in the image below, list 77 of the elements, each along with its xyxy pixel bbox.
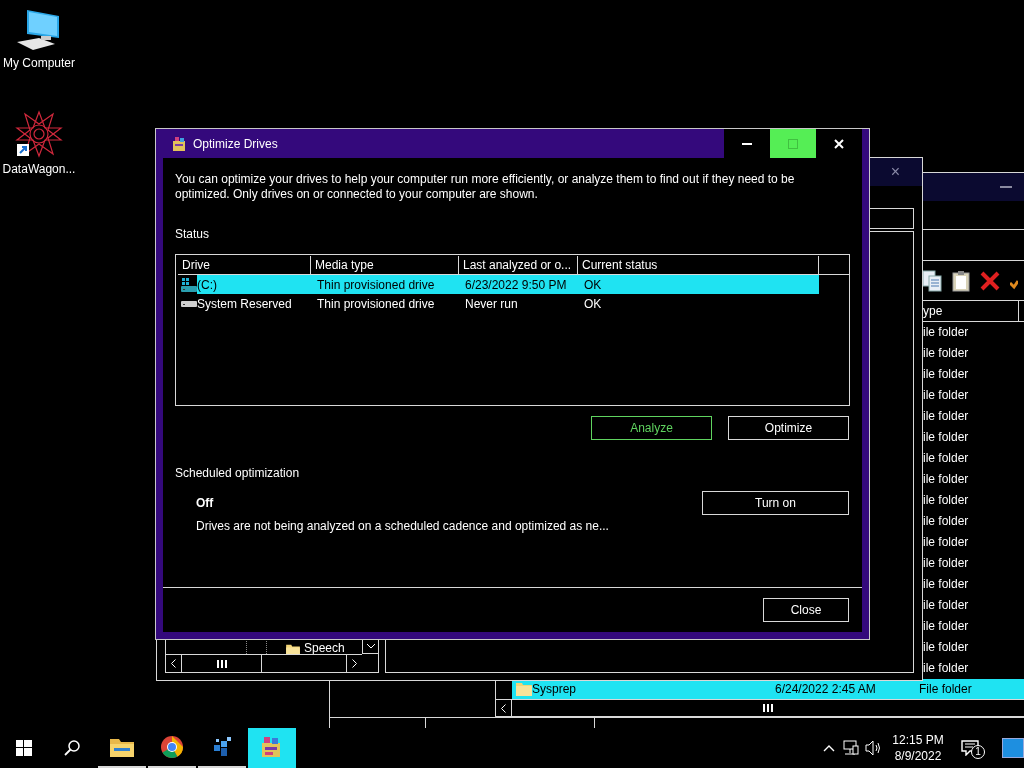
action-button[interactable]: Analyze: [591, 416, 712, 440]
status-cell-text: OK: [583, 276, 603, 294]
description-text: You can optimize your drives to help your computer run more efficiently, or analyze them to find out if they need to be optimized. Only drives on or connected to your computer are shown.: [175, 172, 796, 202]
close-button[interactable]: ×: [890, 164, 900, 180]
type-cell-text: ile folder: [923, 639, 969, 657]
drive-cell-text: (C:): [197, 276, 218, 294]
type-cell-text: ile folder: [923, 597, 969, 615]
folder-icon: [516, 682, 532, 697]
type-cell-text: ile folder: [923, 534, 969, 552]
notification-count: 1: [971, 745, 985, 759]
drive-row[interactable]: System Reserved Thin provisioned drive Never run OK: [197, 294, 819, 313]
drive-icon: [181, 300, 197, 307]
type-cell-text: ile folder: [923, 555, 969, 573]
desktop-icon-label[interactable]: My Computer: [3, 56, 75, 70]
file-name: Sysprep: [532, 681, 578, 699]
action-button[interactable]: Optimize: [728, 416, 849, 440]
type-cell-text: ile folder: [923, 576, 969, 594]
app-icon: [172, 135, 188, 152]
network-icon: [843, 740, 859, 756]
type-cell-text: ile folder: [923, 618, 969, 636]
turn-on-button[interactable]: Turn on: [702, 491, 849, 515]
notifications-button[interactable]: 1: [950, 728, 990, 768]
drive-cell-text: System Reserved: [197, 295, 293, 313]
clock[interactable]: 12:15 PM 8/9/2022: [886, 728, 950, 768]
column-header[interactable]: Last analyzed or o...: [459, 256, 578, 274]
type-cell-text: ile folder: [923, 408, 969, 426]
tree-item[interactable]: Speech: [304, 642, 345, 654]
schedule-state: Off: [196, 495, 214, 512]
type-cell-text: ile folder: [923, 345, 969, 363]
type-cell-text: ile folder: [923, 387, 969, 405]
horizontal-scrollbar[interactable]: [166, 654, 362, 672]
column-header[interactable]: Current status: [578, 256, 819, 274]
schedule-description: Drives are not being analyzed on a scheduled cadence and optimized as ne...: [195, 518, 610, 535]
media-type-cell-text: Thin provisioned drive: [316, 276, 436, 294]
date-cell-text: 6/23/2022 9:50 PM: [464, 276, 568, 294]
section-heading: Status: [175, 226, 211, 243]
scroll-left-icon[interactable]: [501, 703, 506, 713]
file-row[interactable]: Sysprep 6/24/2022 2:45 AM File folder: [512, 679, 1024, 700]
copy-icon[interactable]: [922, 269, 942, 292]
type-cell-text: ile folder: [923, 429, 969, 447]
media-type-cell-text: Thin provisioned drive: [316, 295, 436, 313]
browser-icon: [160, 735, 184, 759]
column-header[interactable]: Drive: [178, 256, 311, 274]
type-cell-text: ile folder: [923, 324, 969, 342]
speaker-icon: [865, 740, 883, 756]
drive-icon: [181, 277, 197, 292]
close-icon: [834, 138, 844, 149]
folder-icon: [286, 644, 300, 654]
type-cell-text: ile folder: [923, 660, 969, 678]
chevron-up-icon: [823, 744, 835, 752]
scroll-left-icon[interactable]: [171, 659, 176, 668]
section-heading: Scheduled optimization: [175, 465, 301, 482]
drive-row[interactable]: (C:) Thin provisioned drive 6/23/2022 9:50 PM OK: [197, 275, 819, 294]
status-cell-text: OK: [583, 295, 603, 313]
close-button[interactable]: [816, 129, 862, 158]
clipboard-icon[interactable]: [952, 269, 970, 292]
chevron-down-icon: [365, 643, 376, 649]
message-icon: [961, 740, 979, 756]
folder-icon: [110, 737, 134, 757]
delete-icon[interactable]: [980, 270, 1000, 291]
column-header[interactable]: Media type: [311, 256, 459, 274]
date-cell-text: 6/24/2022 2:45 AM: [775, 681, 877, 699]
windows-icon: [16, 740, 32, 756]
type-cell-text: File folder: [919, 681, 972, 699]
search-icon: [64, 740, 80, 756]
star-pattern-icon[interactable]: [15, 110, 63, 158]
minimize-icon[interactable]: [1000, 185, 1012, 188]
type-cell-text: ile folder: [923, 366, 969, 384]
desktop-icon-label[interactable]: DataWagon...: [2, 162, 76, 176]
type-cell-text: ile folder: [923, 492, 969, 510]
date-cell-text: Never run: [464, 295, 519, 313]
scroll-right-icon[interactable]: [352, 659, 357, 668]
type-cell-text: ile folder: [923, 471, 969, 489]
type-cell-text: ile folder: [923, 513, 969, 531]
type-cell-text: ile folder: [923, 450, 969, 468]
close-button[interactable]: Close: [763, 598, 849, 622]
window-title: Optimize Drives: [193, 135, 278, 153]
